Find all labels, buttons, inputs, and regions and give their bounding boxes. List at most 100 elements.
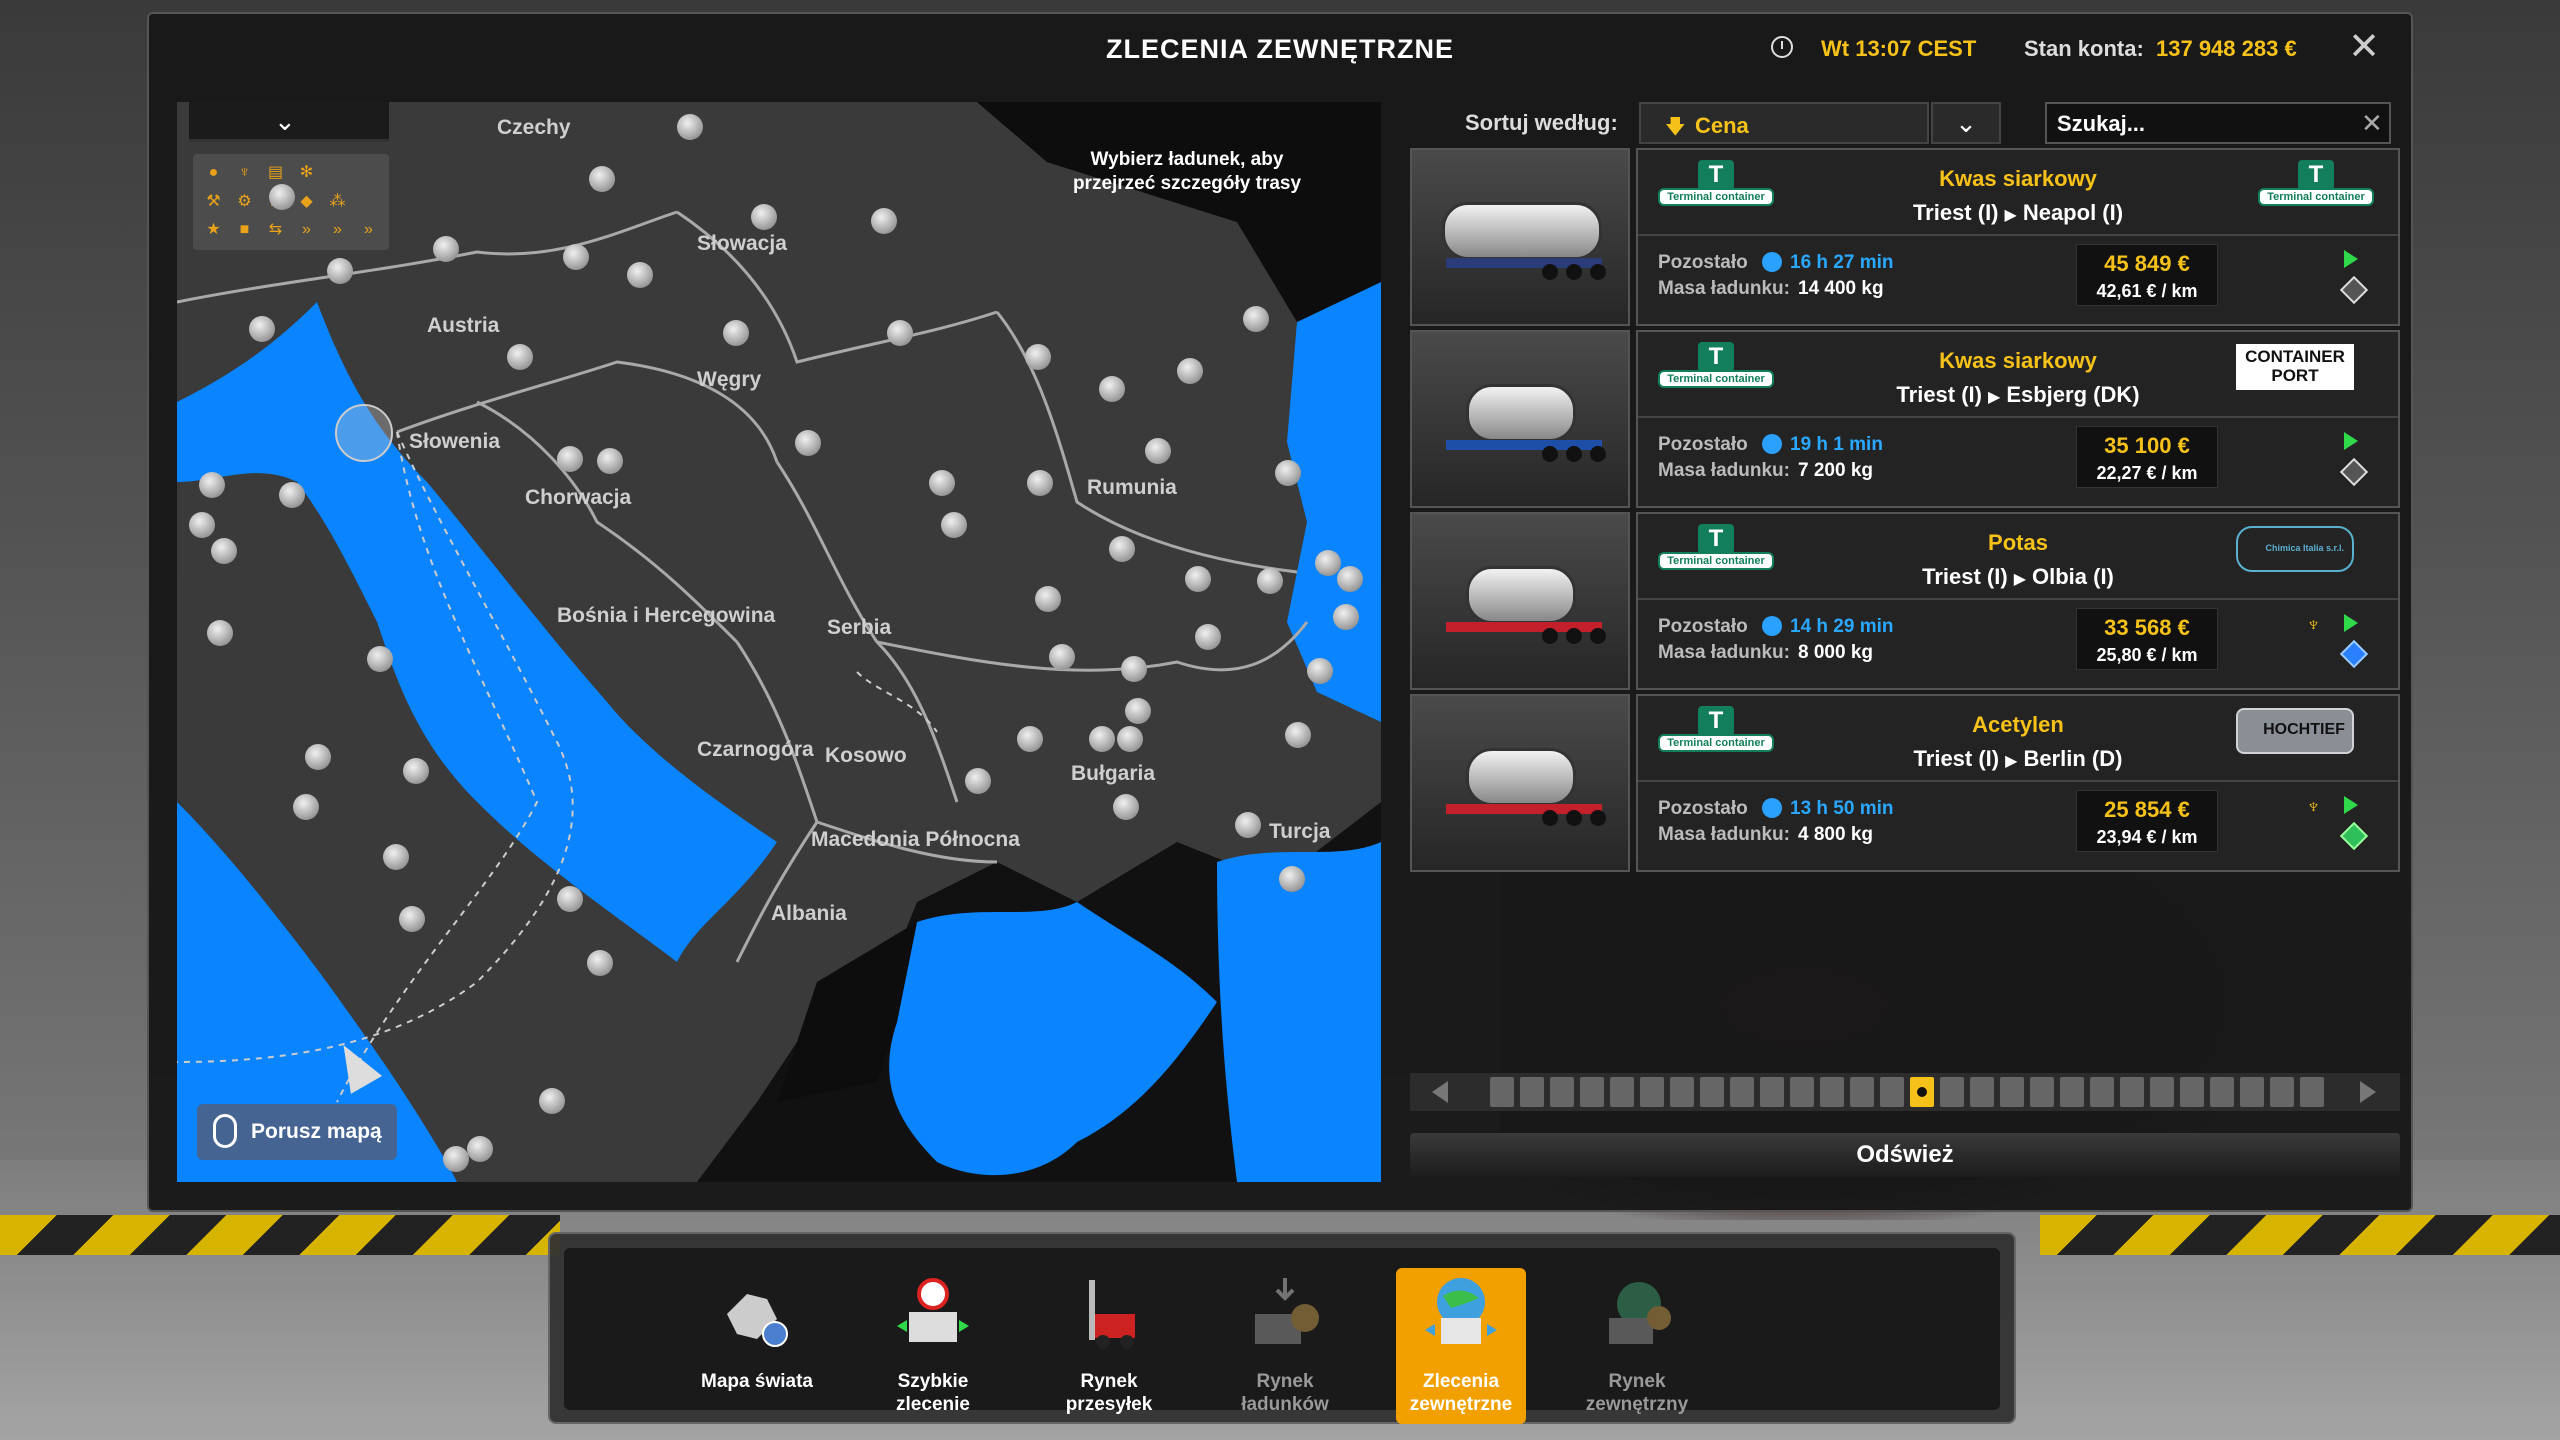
city-marker[interactable]	[1279, 866, 1305, 892]
job-info[interactable]: T Terminal container Kwas siarkowy Triest…	[1636, 330, 2400, 508]
city-marker[interactable]	[207, 620, 233, 646]
city-marker[interactable]	[383, 844, 409, 870]
city-marker[interactable]	[1117, 726, 1143, 752]
page-segment[interactable]	[1640, 1077, 1664, 1107]
city-marker[interactable]	[1113, 794, 1139, 820]
city-marker[interactable]	[589, 166, 615, 192]
page-segment[interactable]	[1970, 1077, 1994, 1107]
page-segment[interactable]	[1610, 1077, 1634, 1107]
city-marker[interactable]	[189, 512, 215, 538]
page-segment[interactable]	[2240, 1077, 2264, 1107]
page-selector[interactable]	[1410, 1073, 2400, 1111]
page-segment[interactable]	[1550, 1077, 1574, 1107]
job-info[interactable]: T Terminal container Potas Triest (I) ▶ Olb…	[1636, 512, 2400, 690]
city-marker[interactable]	[751, 204, 777, 230]
current-city-marker[interactable]	[335, 404, 393, 462]
nav-freight-market[interactable]: Rynek przesyłek	[1044, 1268, 1174, 1424]
sort-dropdown-button[interactable]: ⌄	[1931, 102, 2001, 144]
city-marker[interactable]	[1027, 470, 1053, 496]
page-segment[interactable]	[1820, 1077, 1844, 1107]
fuel-icon[interactable]: ●	[199, 160, 228, 187]
fork-icon[interactable]: ⇆	[261, 217, 290, 244]
city-marker[interactable]	[887, 320, 913, 346]
nav-cargo-market[interactable]: Rynek ładunków	[1220, 1268, 1350, 1424]
route-map[interactable]: ⌄ ●♆▤✻ ⚒⚙▲◆⁂ ★■⇆»»» Wybierz ładunek, aby…	[177, 102, 1381, 1182]
city-marker[interactable]	[1235, 812, 1261, 838]
city-marker[interactable]	[1337, 566, 1363, 592]
city-marker[interactable]	[1109, 536, 1135, 562]
city-marker[interactable]	[723, 320, 749, 346]
page-segment[interactable]	[2270, 1077, 2294, 1107]
page-segment[interactable]	[1910, 1077, 1934, 1107]
page-segment[interactable]	[2210, 1077, 2234, 1107]
city-marker[interactable]	[199, 472, 225, 498]
lock-icon[interactable]: ■	[230, 217, 259, 244]
nav-external-market[interactable]: Rynek zewnętrzny	[1572, 1268, 1702, 1424]
page-segment[interactable]	[1520, 1077, 1544, 1107]
search-box[interactable]: ✕	[2045, 102, 2391, 144]
job-card[interactable]: T Terminal container Acetylen Triest (I) ▶…	[1410, 694, 2400, 872]
job-card[interactable]: T Terminal container Potas Triest (I) ▶ Olb…	[1410, 512, 2400, 690]
page-segment[interactable]	[1490, 1077, 1514, 1107]
city-marker[interactable]	[399, 906, 425, 932]
job-card[interactable]: T Terminal container Kwas siarkowy Triest…	[1410, 148, 2400, 326]
city-marker[interactable]	[1049, 644, 1075, 670]
adr-icon[interactable]: ◆	[292, 189, 321, 216]
page-segment[interactable]	[2060, 1077, 2084, 1107]
city-marker[interactable]	[403, 758, 429, 784]
close-icon[interactable]: ✕	[2347, 28, 2381, 66]
arrow-icon[interactable]: »	[292, 217, 321, 244]
page-segment[interactable]	[2120, 1077, 2144, 1107]
city-marker[interactable]	[597, 448, 623, 474]
city-marker[interactable]	[507, 344, 533, 370]
city-marker[interactable]	[1275, 460, 1301, 486]
job-info[interactable]: T Terminal container Acetylen Triest (I) ▶…	[1636, 694, 2400, 872]
city-marker[interactable]	[327, 258, 353, 284]
city-marker[interactable]	[1121, 656, 1147, 682]
city-marker[interactable]	[1125, 698, 1151, 724]
map-filter-dropdown[interactable]: ⌄	[189, 102, 389, 142]
city-marker[interactable]	[293, 794, 319, 820]
gear-icon[interactable]: ⚙	[230, 189, 259, 216]
city-marker[interactable]	[1099, 376, 1125, 402]
city-marker[interactable]	[941, 512, 967, 538]
play-arrow-icon[interactable]	[2344, 614, 2358, 632]
star-icon[interactable]: ★	[199, 217, 228, 244]
page-segment[interactable]	[1850, 1077, 1874, 1107]
city-marker[interactable]	[467, 1136, 493, 1162]
city-marker[interactable]	[1333, 604, 1359, 630]
truck-icon[interactable]: ▤	[261, 160, 290, 187]
city-marker[interactable]	[1089, 726, 1115, 752]
page-segment[interactable]	[2000, 1077, 2024, 1107]
city-marker[interactable]	[1195, 624, 1221, 650]
city-marker[interactable]	[305, 744, 331, 770]
page-segment[interactable]	[2150, 1077, 2174, 1107]
nav-world-map[interactable]: Mapa świata	[692, 1268, 822, 1424]
fast-icon[interactable]: »	[323, 217, 352, 244]
city-marker[interactable]	[557, 446, 583, 472]
city-marker[interactable]	[279, 482, 305, 508]
city-marker[interactable]	[367, 646, 393, 672]
city-marker[interactable]	[965, 768, 991, 794]
city-marker[interactable]	[1243, 306, 1269, 332]
snow-icon[interactable]: ✻	[292, 160, 321, 187]
cup-icon[interactable]: ♆	[230, 160, 259, 187]
city-marker[interactable]	[443, 1146, 469, 1172]
page-segment[interactable]	[1670, 1077, 1694, 1107]
city-marker[interactable]	[871, 208, 897, 234]
city-marker[interactable]	[557, 886, 583, 912]
city-marker[interactable]	[929, 470, 955, 496]
city-marker[interactable]	[1017, 726, 1043, 752]
city-marker[interactable]	[563, 244, 589, 270]
city-marker[interactable]	[539, 1088, 565, 1114]
clear-search-icon[interactable]: ✕	[2361, 108, 2383, 139]
page-segment[interactable]	[1880, 1077, 1904, 1107]
city-marker[interactable]	[1035, 586, 1061, 612]
city-marker[interactable]	[627, 262, 653, 288]
page-segment[interactable]	[1580, 1077, 1604, 1107]
page-segment[interactable]	[1700, 1077, 1724, 1107]
city-marker[interactable]	[249, 316, 275, 342]
city-marker[interactable]	[1145, 438, 1171, 464]
page-segment[interactable]	[1940, 1077, 1964, 1107]
city-marker[interactable]	[1025, 344, 1051, 370]
